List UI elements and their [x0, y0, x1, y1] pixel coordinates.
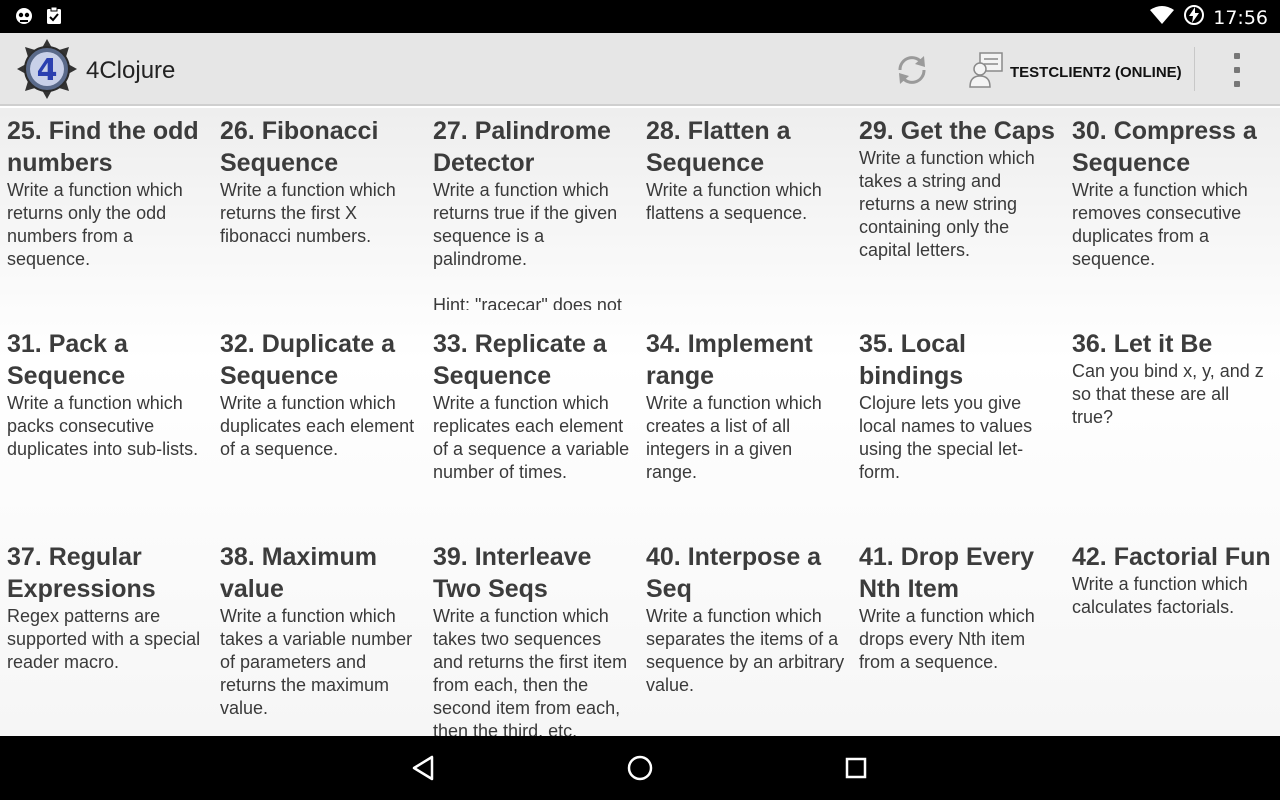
problem-title: 41. Drop Every Nth Item: [859, 543, 1035, 603]
status-bar: 17:56: [0, 0, 1280, 33]
svg-text:4: 4: [37, 53, 58, 88]
client-status-button[interactable]: TESTCLIENT2 (ONLINE): [968, 51, 1182, 94]
problem-title: 27. Palindrome Detector: [433, 117, 611, 177]
problem-title: 40. Interpose a Seq: [646, 543, 822, 603]
overflow-dot: [1234, 81, 1240, 87]
overflow-dot: [1234, 67, 1240, 73]
problem-card[interactable]: 36. Let it Be Can you bind x, y, and z s…: [1072, 321, 1272, 523]
problem-description: Write a function which drops every Nth i…: [859, 606, 1035, 672]
client-user-icon: [968, 51, 1006, 94]
app-logo: 4: [16, 38, 78, 100]
problem-card[interactable]: 41. Drop Every Nth Item Write a function…: [859, 534, 1059, 736]
back-button[interactable]: [408, 752, 440, 784]
recents-button[interactable]: [840, 752, 872, 784]
problem-description: Write a function which returns the first…: [220, 180, 396, 246]
problem-title: 35. Local bindings: [859, 330, 966, 390]
problem-title: 39. Interleave Two Seqs: [433, 543, 592, 603]
recents-icon: [840, 757, 872, 788]
problem-title: 28. Flatten a Sequence: [646, 117, 791, 177]
problem-description: Can you bind x, y, and z so that these a…: [1072, 361, 1264, 427]
problem-title: 37. Regular Expressions: [7, 543, 156, 603]
client-label: TESTCLIENT2 (ONLINE): [1010, 64, 1182, 81]
problem-card[interactable]: 26. Fibonacci Sequence Write a function …: [220, 108, 420, 310]
problem-description: Write a function which removes consecuti…: [1072, 180, 1248, 269]
back-icon: [408, 755, 440, 788]
problem-title: 26. Fibonacci Sequence: [220, 117, 379, 177]
problem-title: 29. Get the Caps: [859, 117, 1055, 145]
problem-description: Write a function which calculates factor…: [1072, 574, 1248, 617]
problem-description: Clojure lets you give local names to val…: [859, 393, 1033, 482]
problem-description: Write a function which takes a string an…: [859, 148, 1035, 260]
problem-card[interactable]: 31. Pack a Sequence Write a function whi…: [7, 321, 207, 523]
sync-button[interactable]: [892, 50, 932, 90]
problem-card[interactable]: 38. Maximum value Write a function which…: [220, 534, 420, 736]
cat-notification-icon: [14, 6, 34, 31]
problem-card[interactable]: 30. Compress a Sequence Write a function…: [1072, 108, 1272, 310]
problem-card[interactable]: 34. Implement range Write a function whi…: [646, 321, 846, 523]
navigation-bar: [0, 736, 1280, 800]
problem-card[interactable]: 29. Get the Caps Write a function which …: [859, 108, 1059, 310]
problem-description: Write a function which packs consecutive…: [7, 393, 199, 459]
problem-card[interactable]: 39. Interleave Two Seqs Write a function…: [433, 534, 633, 736]
problem-card[interactable]: 32. Duplicate a Sequence Write a functio…: [220, 321, 420, 523]
problem-description: Regex patterns are supported with a spec…: [7, 606, 201, 672]
overflow-menu-button[interactable]: [1226, 53, 1248, 87]
status-time: 17:56: [1213, 6, 1268, 29]
overflow-dot: [1234, 53, 1240, 59]
problem-description: Write a function which flattens a sequen…: [646, 180, 822, 223]
problem-card[interactable]: 35. Local bindings Clojure lets you give…: [859, 321, 1059, 523]
clipboard-check-icon: [44, 6, 64, 31]
action-bar: 4 4Clojure TESTCLIENT2 (ONLINE): [0, 33, 1280, 106]
problem-description: Write a function which returns only the …: [7, 180, 183, 269]
problem-card[interactable]: 37. Regular Expressions Regex patterns a…: [7, 534, 207, 736]
problem-card[interactable]: 42. Factorial Fun Write a function which…: [1072, 534, 1272, 736]
problem-description: Write a function which creates a list of…: [646, 393, 822, 482]
problem-title: 31. Pack a Sequence: [7, 330, 128, 390]
problem-description: Write a function which takes two sequenc…: [433, 606, 628, 736]
action-divider: [1194, 47, 1195, 91]
problem-title: 30. Compress a Sequence: [1072, 117, 1257, 177]
problem-description: Write a function which takes a variable …: [220, 606, 413, 718]
problem-card[interactable]: 27. Palindrome Detector Write a function…: [433, 108, 633, 310]
problem-card[interactable]: 33. Replicate a Sequence Write a functio…: [433, 321, 633, 523]
problem-card[interactable]: 25. Find the odd numbers Write a functio…: [7, 108, 207, 310]
problem-title: 33. Replicate a Sequence: [433, 330, 607, 390]
problem-card[interactable]: 40. Interpose a Seq Write a function whi…: [646, 534, 846, 736]
problem-title: 36. Let it Be: [1072, 330, 1213, 358]
sync-icon: [892, 56, 932, 94]
home-button[interactable]: [624, 752, 656, 784]
problem-title: 42. Factorial Fun: [1072, 543, 1271, 571]
problem-description: Write a function which duplicates each e…: [220, 393, 415, 459]
problem-title: 34. Implement range: [646, 330, 813, 390]
battery-charging-icon: [1183, 4, 1205, 31]
problem-description: Write a function which returns true if t…: [433, 180, 622, 310]
problem-description: Write a function which separates the ite…: [646, 606, 845, 695]
problem-title: 38. Maximum value: [220, 543, 378, 603]
app-title: 4Clojure: [86, 57, 176, 84]
problem-title: 32. Duplicate a Sequence: [220, 330, 396, 390]
problem-grid: 25. Find the odd numbers Write a functio…: [0, 108, 1280, 736]
problem-description: Write a function which replicates each e…: [433, 393, 630, 482]
wifi-icon: [1149, 5, 1175, 30]
problem-title: 25. Find the odd numbers: [7, 117, 199, 177]
problem-card[interactable]: 28. Flatten a Sequence Write a function …: [646, 108, 846, 310]
home-icon: [624, 755, 656, 788]
